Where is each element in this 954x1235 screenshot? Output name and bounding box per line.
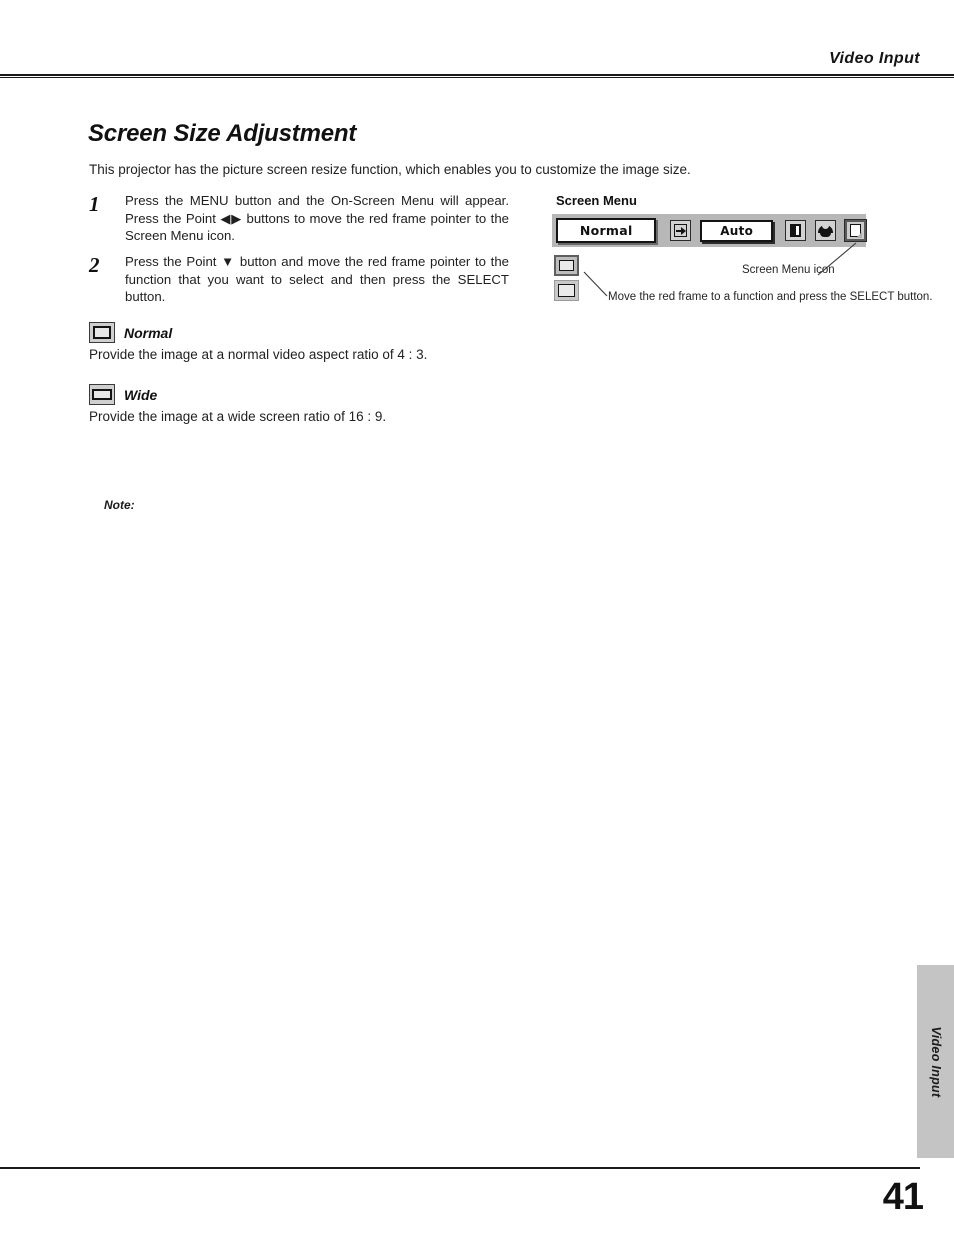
callout-move-red-frame: Move the red frame to a function and pre… xyxy=(608,291,933,303)
step-number: 1 xyxy=(89,192,100,216)
osd-function-normal-inner xyxy=(559,260,574,271)
function-description: Provide the image at a normal video aspe… xyxy=(89,347,428,362)
instruction-step-2: 2 Press the Point ▼ button and move the … xyxy=(89,253,509,306)
step-number: 2 xyxy=(89,253,100,277)
step-text: Press the MENU button and the On-Screen … xyxy=(125,193,509,243)
image-adjust-icon-half xyxy=(792,226,796,235)
illustration-title: Screen Menu xyxy=(556,193,637,208)
osd-current-value-label: Normal xyxy=(579,223,633,238)
instruction-step-1: 1 Press the MENU button and the On-Scree… xyxy=(89,192,509,245)
callout-screen-menu-icon: Screen Menu icon xyxy=(742,264,835,276)
function-label: Normal xyxy=(124,324,173,341)
side-tab-label: Video Input xyxy=(928,1026,943,1097)
callout-leader-lines xyxy=(583,242,857,297)
screen-menu-icon[interactable] xyxy=(845,220,866,241)
function-entry-normal: Normal xyxy=(89,322,172,343)
page-number: 41 xyxy=(882,1176,924,1218)
osd-function-wide[interactable] xyxy=(554,280,579,301)
header-divider-thick xyxy=(0,74,954,76)
side-tab-video-input: Video Input xyxy=(917,965,954,1158)
osd-function-wide-inner xyxy=(558,284,575,297)
footer-divider xyxy=(0,1167,920,1169)
sound-icon-base xyxy=(820,233,831,237)
resize-arrow-icon-head xyxy=(681,227,687,235)
osd-auto-button[interactable]: Auto xyxy=(700,219,773,242)
image-adjust-icon-frame xyxy=(790,224,801,237)
screen-normal-icon xyxy=(89,322,115,343)
screen-wide-icon xyxy=(89,384,115,405)
screen-wide-icon-inner xyxy=(92,389,112,400)
resize-arrow-icon[interactable] xyxy=(670,220,692,241)
header-divider xyxy=(0,74,954,79)
section-header-label: Video Input xyxy=(829,50,920,67)
sound-icon[interactable] xyxy=(815,220,836,241)
step-text: Press the Point ▼ button and move the re… xyxy=(125,254,509,304)
osd-function-stack xyxy=(554,255,579,301)
osd-menu-bar: Normal Auto xyxy=(552,214,866,247)
function-entry-wide: Wide xyxy=(89,384,157,405)
screen-normal-icon-inner xyxy=(93,326,111,339)
function-label: Wide xyxy=(124,386,158,403)
function-description: Provide the image at a wide screen ratio… xyxy=(89,409,387,424)
header-divider-thin xyxy=(0,77,954,78)
osd-auto-button-label: Auto xyxy=(720,223,754,238)
note-label: Note: xyxy=(104,498,135,512)
osd-function-normal-highlighted[interactable] xyxy=(554,255,579,276)
screen-menu-icon-curl xyxy=(856,232,862,238)
image-adjust-icon[interactable] xyxy=(785,220,806,241)
page-title: Screen Size Adjustment xyxy=(88,120,357,148)
intro-paragraph: This projector has the picture screen re… xyxy=(89,161,691,177)
osd-current-value-box[interactable]: Normal xyxy=(556,218,657,243)
